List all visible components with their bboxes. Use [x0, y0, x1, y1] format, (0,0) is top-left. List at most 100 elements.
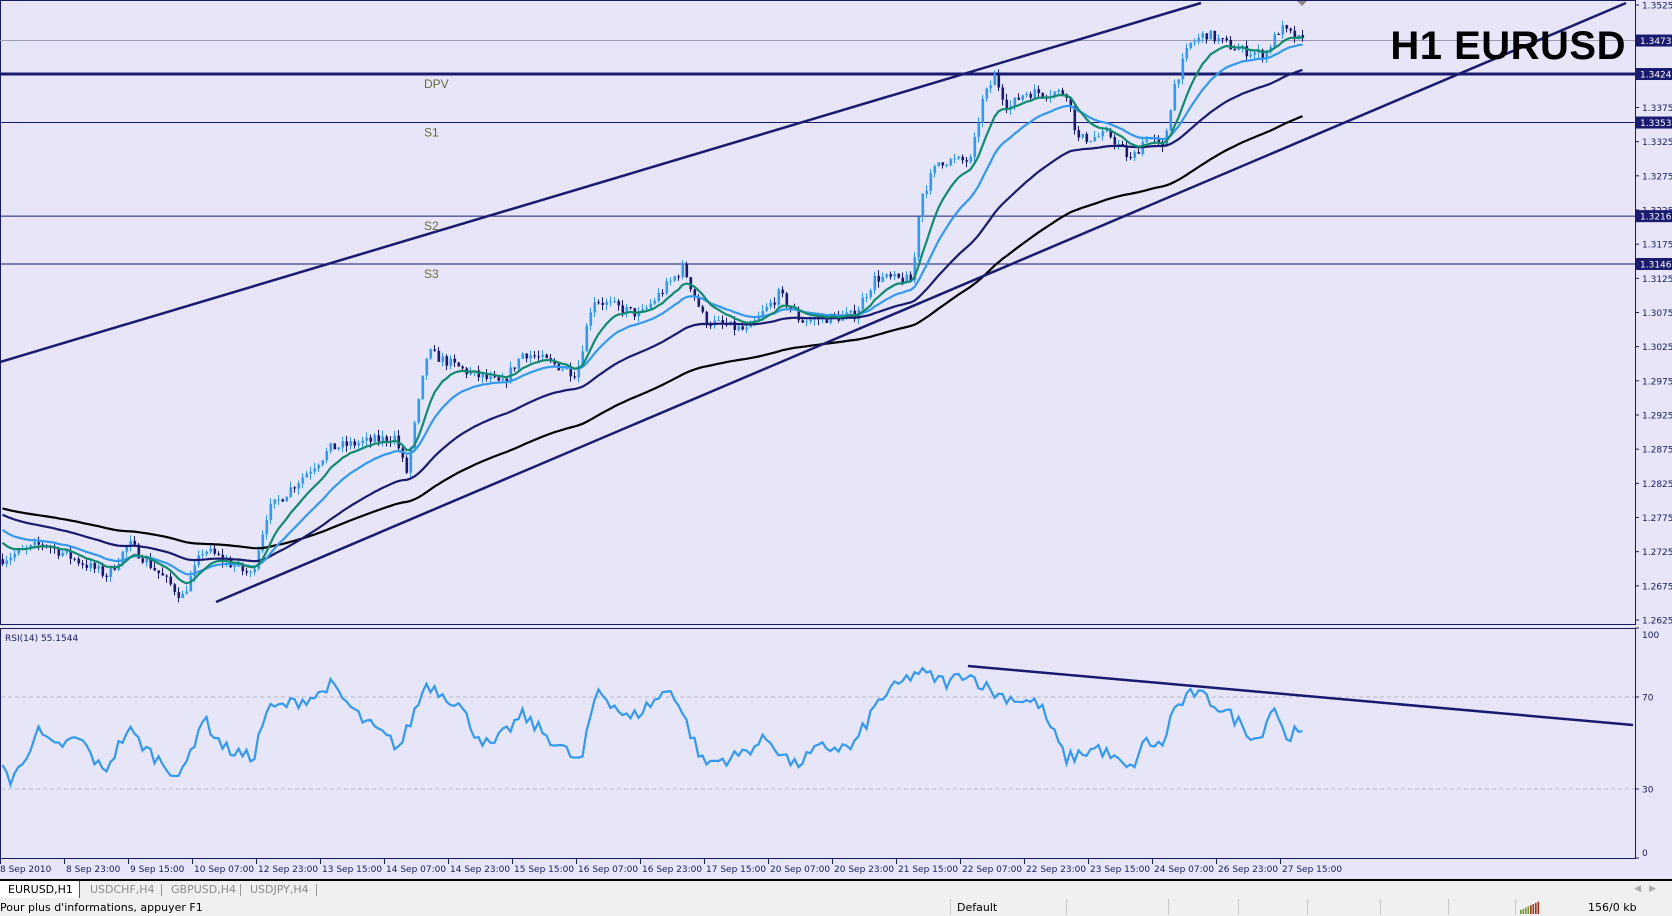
bull-candle	[873, 275, 877, 291]
bull-candle	[1133, 152, 1137, 158]
connection-bars-icon	[1520, 901, 1540, 914]
price-label: 1.2625	[1642, 617, 1672, 627]
bull-candle	[1173, 83, 1177, 111]
bull-candle	[317, 464, 321, 469]
bull-candle	[1033, 89, 1037, 98]
bull-candle	[89, 563, 93, 568]
tab-usdjpy-h4[interactable]: USDJPY,H4	[242, 881, 317, 898]
ma-long-line	[2, 115, 1303, 550]
bear-candle	[877, 275, 881, 282]
bear-candle	[405, 457, 409, 473]
bull-candle	[381, 436, 385, 442]
bear-candle	[741, 326, 745, 330]
bull-candle	[1237, 48, 1241, 51]
bear-candle	[1, 559, 5, 565]
lower-channel-trendline	[215, 1, 1627, 604]
bull-candle	[669, 280, 673, 282]
bear-candle	[161, 573, 165, 576]
bull-candle	[321, 460, 325, 465]
price-label: 1.3175	[1642, 241, 1672, 251]
price-label: 1.2675	[1642, 582, 1672, 592]
bear-candle	[709, 325, 713, 327]
bull-candle	[645, 307, 649, 310]
bull-candle	[665, 281, 669, 294]
bull-candle	[653, 300, 657, 304]
bull-candle	[1273, 34, 1277, 48]
tab-separator	[316, 884, 317, 896]
bear-candle	[689, 277, 693, 290]
bull-candle	[145, 558, 149, 563]
bull-candle	[1181, 58, 1185, 80]
bear-candle	[773, 302, 777, 305]
bear-candle	[965, 160, 969, 162]
bear-candle	[73, 558, 77, 560]
price-label: 1.3075	[1642, 309, 1672, 319]
bear-candle	[293, 487, 297, 489]
bear-candle	[533, 355, 537, 357]
price-label: 1.3125	[1642, 275, 1672, 285]
bull-candle	[1097, 136, 1101, 138]
bear-candle	[345, 441, 349, 446]
tab-scroll-arrows-icon[interactable]: ◀▶	[1634, 881, 1664, 898]
price-panel[interactable]: 1.35251.34751.34251.33751.33251.32751.32…	[0, 0, 1672, 627]
ma-fast-line	[1, 36, 1303, 585]
bear-candle	[165, 575, 169, 577]
time-label: 26 Sep 23:00	[1218, 865, 1278, 875]
bear-candle	[453, 358, 457, 363]
shift-marker-icon	[1297, 1, 1307, 6]
bear-candle	[141, 558, 145, 563]
tab-eurusd-h1[interactable]: EURUSD,H1	[0, 881, 80, 898]
bull-candle	[1185, 47, 1189, 59]
bear-candle	[133, 540, 137, 545]
bull-candle	[609, 301, 613, 303]
bear-candle	[1213, 30, 1217, 42]
bull-candle	[1081, 134, 1085, 138]
chart-canvas[interactable]: 1.35251.34751.34251.33751.33251.32751.32…	[0, 0, 1672, 879]
bear-candle	[1277, 34, 1281, 36]
bear-candle	[537, 356, 541, 358]
ma-slow-line	[2, 68, 1303, 563]
bull-candle	[885, 274, 889, 277]
bear-candle	[1221, 38, 1225, 40]
time-label: 17 Sep 15:00	[706, 865, 766, 875]
bull-candle	[357, 443, 361, 446]
bull-candle	[5, 560, 9, 565]
tab-gbpusd-h4[interactable]: GBPUSD,H4	[163, 881, 244, 898]
bull-candle	[517, 358, 521, 369]
bull-candle	[657, 292, 661, 301]
time-label: 20 Sep 23:00	[834, 865, 894, 875]
bull-candle	[809, 319, 813, 322]
time-axis: 8 Sep 2010 8 Sep 23:00 9 Sep 15:00 10 Sep 0…	[0, 859, 1342, 875]
rsi-label: RSI(14) 55.1544	[5, 634, 78, 644]
price-tag-label: 1.3473	[1640, 37, 1672, 47]
bull-candle	[1253, 52, 1257, 55]
bear-candle	[1029, 93, 1033, 98]
bull-candle	[265, 520, 269, 535]
bull-candle	[881, 276, 885, 282]
tab-usdchf-h4[interactable]: USDCHF,H4	[82, 881, 163, 898]
bull-candle	[957, 156, 961, 159]
bull-candle	[301, 477, 305, 484]
bear-candle	[601, 302, 605, 305]
bull-candle	[589, 312, 593, 326]
price-tag-label: 1.3424	[1640, 71, 1672, 81]
bear-candle	[493, 376, 497, 378]
bear-candle	[1289, 28, 1293, 31]
level-label: DPV	[424, 77, 449, 91]
bull-candle	[309, 471, 313, 474]
bull-candle	[285, 496, 289, 502]
time-label: 14 Sep 23:00	[450, 865, 510, 875]
bear-candle	[461, 366, 465, 369]
bear-candle	[621, 305, 625, 313]
chart-title: H1 EURUSD	[1390, 24, 1626, 68]
bull-candle	[373, 435, 377, 442]
bull-candle	[1249, 54, 1253, 57]
bull-candle	[893, 273, 897, 277]
bull-candle	[869, 290, 873, 298]
time-label: 14 Sep 07:00	[386, 865, 446, 875]
time-label: 10 Sep 07:00	[194, 865, 254, 875]
rsi-axis-label: 70	[1642, 694, 1654, 704]
bear-candle	[213, 548, 217, 554]
bull-candle	[937, 162, 941, 167]
rsi-panel[interactable]: 100 70 30 0	[0, 627, 1660, 859]
